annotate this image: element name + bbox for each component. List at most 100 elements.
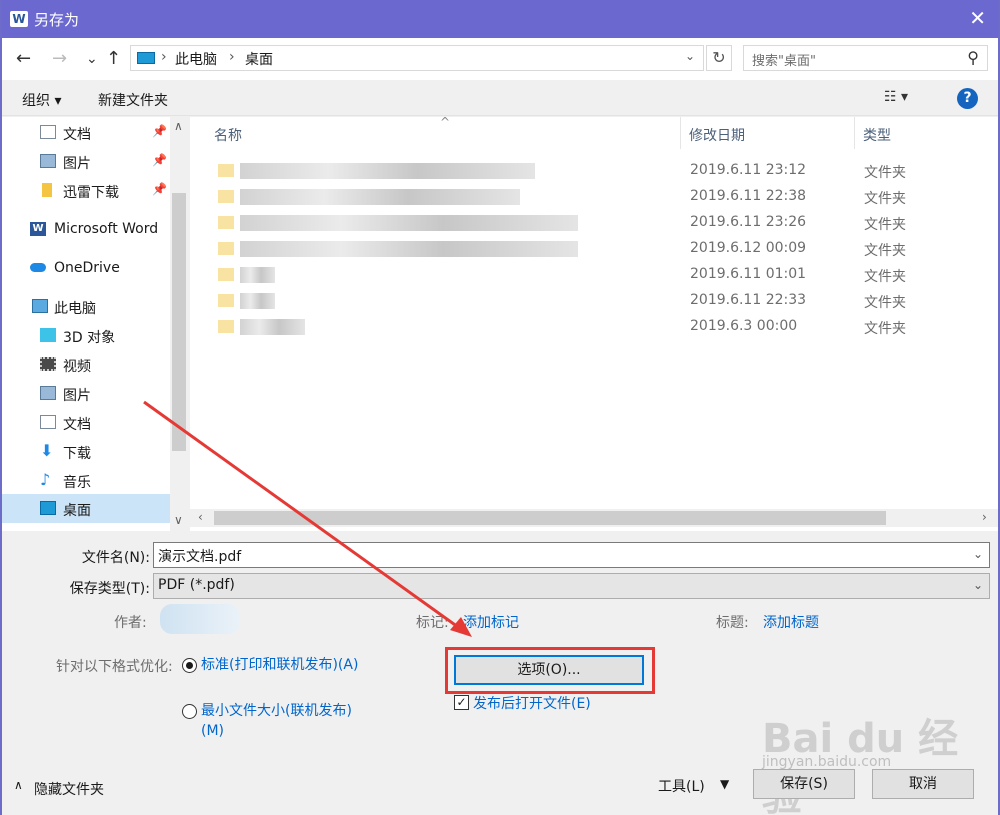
- folder-icon: [218, 164, 234, 177]
- modified-date: 2019.6.11 22:38: [690, 188, 807, 204]
- sidebar-item-label: 图片: [63, 156, 91, 172]
- table-row[interactable]: 2019.6.11 22:38 文件夹: [190, 184, 998, 210]
- column-divider[interactable]: [680, 117, 681, 149]
- chevron-down-icon[interactable]: ⌄: [685, 49, 695, 63]
- breadcrumb-desktop[interactable]: 桌面: [245, 49, 273, 69]
- recent-locations-button[interactable]: ⌄: [86, 51, 98, 67]
- sidebar-item-documents[interactable]: 文档: [2, 408, 170, 437]
- chevron-right-icon: ›: [161, 49, 167, 65]
- help-icon[interactable]: ?: [957, 88, 978, 109]
- folder-icon: [42, 183, 52, 197]
- chevron-down-icon[interactable]: ∨: [174, 513, 183, 527]
- chevron-up-icon[interactable]: ∧: [14, 778, 23, 792]
- optimize-label: 针对以下格式优化:: [56, 659, 173, 675]
- folder-icon: [218, 242, 234, 255]
- up-button[interactable]: ↑: [106, 48, 121, 69]
- sidebar-item-desktop[interactable]: 桌面: [2, 494, 170, 523]
- pictures-icon: [40, 386, 56, 400]
- scrollbar-thumb[interactable]: [214, 511, 886, 525]
- sidebar-item-label: 图片: [63, 388, 91, 404]
- folder-icon: [218, 268, 234, 281]
- search-icon: ⚲: [967, 48, 979, 67]
- highlight-annotation: [445, 647, 655, 694]
- address-bar[interactable]: › 此电脑 › 桌面 ⌄: [130, 45, 704, 71]
- chevron-left-icon[interactable]: ‹: [198, 510, 203, 524]
- table-row[interactable]: 2019.6.11 23:26 文件夹: [190, 210, 998, 236]
- breadcrumb-this-pc[interactable]: 此电脑: [175, 49, 217, 69]
- tags-label: 标记:: [416, 615, 449, 631]
- sidebar-item-pictures-pinned[interactable]: 图片 📌: [2, 147, 170, 176]
- table-row[interactable]: 2019.6.11 23:12 文件夹: [190, 158, 998, 184]
- radio-standard-label[interactable]: 标准(打印和联机发布)(A): [201, 655, 366, 675]
- back-button[interactable]: ←: [16, 48, 31, 69]
- chevron-up-icon[interactable]: ∧: [174, 119, 183, 133]
- file-list-horizontal-scrollbar[interactable]: ‹ ›: [190, 509, 998, 527]
- save-button[interactable]: 保存(S): [753, 769, 855, 799]
- search-input[interactable]: 搜索"桌面" ⚲: [743, 45, 988, 71]
- sidebar-scrollbar[interactable]: ∧ ∨: [170, 117, 188, 531]
- blurred-file-name: [240, 293, 275, 309]
- table-row[interactable]: 2019.6.11 22:33 文件夹: [190, 288, 998, 314]
- blurred-file-name: [240, 267, 275, 283]
- open-after-publish-checkbox[interactable]: ✓: [454, 695, 469, 710]
- table-row[interactable]: 2019.6.3 00:00 文件夹: [190, 314, 998, 340]
- radio-minimum-size-label[interactable]: 最小文件大小(联机发布)(M): [201, 701, 366, 741]
- close-icon[interactable]: ✕: [969, 6, 986, 30]
- item-type: 文件夹: [864, 191, 906, 207]
- new-folder-button[interactable]: 新建文件夹: [98, 90, 168, 110]
- sidebar-item-3d-objects[interactable]: 3D 对象: [2, 321, 170, 350]
- sidebar-item-documents-pinned[interactable]: 文档 📌: [2, 118, 170, 147]
- sidebar-item-label: 视频: [63, 359, 91, 375]
- table-row[interactable]: 2019.6.11 01:01 文件夹: [190, 262, 998, 288]
- chevron-down-icon[interactable]: ▼: [720, 777, 729, 791]
- sidebar-item-downloads[interactable]: ⬇ 下载: [2, 437, 170, 466]
- chevron-right-icon[interactable]: ›: [982, 510, 987, 524]
- view-options-icon[interactable]: ☷ ▾: [884, 89, 908, 105]
- sidebar-item-onedrive[interactable]: OneDrive: [2, 254, 170, 283]
- modified-date: 2019.6.11 22:33: [690, 292, 807, 308]
- command-bar: 组织 ▾ 新建文件夹 ☷ ▾ ?: [2, 80, 998, 116]
- add-tags-link[interactable]: 添加标记: [463, 612, 519, 632]
- navigation-bar: ← → ⌄ ↑ › 此电脑 › 桌面 ⌄ ↻ 搜索"桌面" ⚲: [2, 38, 998, 80]
- filename-field[interactable]: 演示文档.pdf ⌄: [153, 542, 990, 568]
- cancel-button[interactable]: 取消: [872, 769, 974, 799]
- refresh-button[interactable]: ↻: [706, 45, 732, 71]
- radio-standard[interactable]: [182, 658, 197, 673]
- forward-button[interactable]: →: [52, 48, 67, 69]
- tools-button[interactable]: 工具(L): [658, 776, 705, 796]
- scrollbar-thumb[interactable]: [172, 193, 186, 451]
- add-title-link[interactable]: 添加标题: [763, 612, 819, 632]
- column-header-date[interactable]: 修改日期: [689, 125, 745, 145]
- open-after-publish-label[interactable]: 发布后打开文件(E): [473, 693, 591, 713]
- item-type: 文件夹: [864, 165, 906, 181]
- video-icon: [40, 357, 56, 371]
- organize-button[interactable]: 组织 ▾: [22, 90, 61, 110]
- sidebar-item-music[interactable]: ♪ 音乐: [2, 466, 170, 495]
- column-divider[interactable]: [854, 117, 855, 149]
- column-header-name[interactable]: 名称: [214, 125, 242, 145]
- pictures-icon: [40, 154, 56, 168]
- navigation-pane: 文档 📌 图片 📌 迅雷下载 📌 W Microsoft Word OneDri…: [2, 117, 188, 531]
- sidebar-item-label: 音乐: [63, 475, 91, 491]
- document-icon: [40, 415, 56, 429]
- table-row[interactable]: 2019.6.12 00:09 文件夹: [190, 236, 998, 262]
- sidebar-item-videos[interactable]: 视频: [2, 350, 170, 379]
- folder-icon: [218, 320, 234, 333]
- column-header-type[interactable]: 类型: [863, 125, 891, 145]
- pin-icon: 📌: [152, 153, 167, 167]
- chevron-down-icon[interactable]: ⌄: [973, 547, 983, 561]
- sidebar-item-this-pc[interactable]: 此电脑: [2, 292, 170, 321]
- window-title: 另存为: [34, 11, 80, 29]
- folder-icon: [218, 216, 234, 229]
- radio-minimum-size[interactable]: [182, 704, 197, 719]
- hide-folders-button[interactable]: 隐藏文件夹: [34, 779, 104, 799]
- sidebar-item-pictures[interactable]: 图片: [2, 379, 170, 408]
- sidebar-item-microsoft-word[interactable]: W Microsoft Word: [2, 215, 170, 244]
- filetype-value: PDF (*.pdf): [158, 577, 235, 593]
- blurred-author-value[interactable]: [160, 604, 240, 634]
- filetype-select[interactable]: PDF (*.pdf) ⌄: [153, 573, 990, 599]
- document-icon: [40, 125, 56, 139]
- sidebar-item-xunlei-downloads[interactable]: 迅雷下载 📌: [2, 176, 170, 205]
- chevron-down-icon[interactable]: ⌄: [973, 578, 983, 592]
- blurred-file-name: [240, 241, 578, 257]
